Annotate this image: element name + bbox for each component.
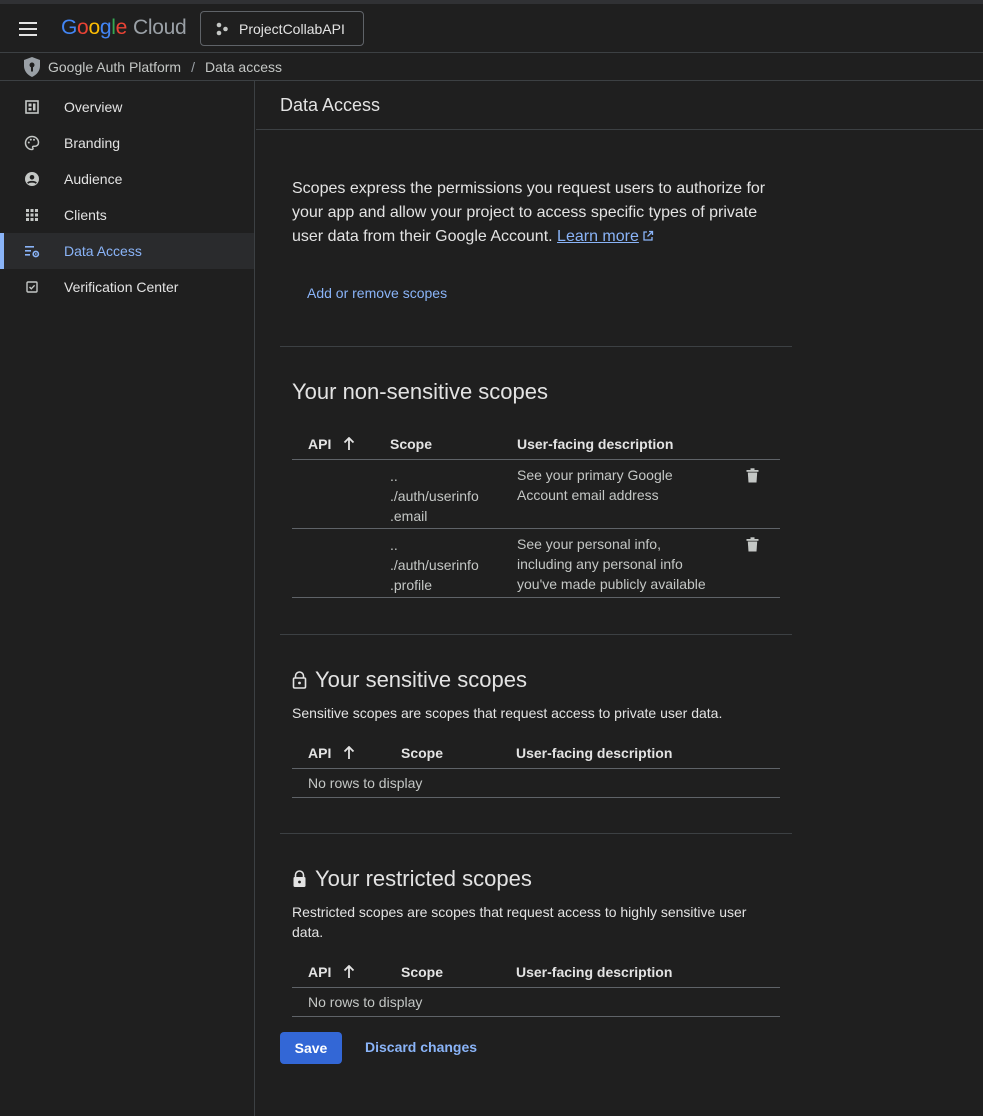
- non-sensitive-scopes-heading: Your non-sensitive scopes: [292, 379, 549, 404]
- menu-icon: [19, 22, 37, 24]
- table-row: .. ./auth/userinfo .email See your prima…: [292, 460, 780, 529]
- dashboard-icon: [25, 100, 39, 114]
- google-cloud-logo[interactable]: Google Cloud: [61, 14, 187, 42]
- scope-column-header: Scope: [401, 745, 444, 761]
- empty-table-row: No rows to display: [292, 769, 780, 798]
- sensitive-scopes-table: API Scope User-facing description No row…: [292, 737, 780, 798]
- delete-scope-button[interactable]: [746, 537, 759, 552]
- sidebar-item-clients[interactable]: Clients: [0, 197, 254, 233]
- project-icon: [216, 22, 228, 35]
- empty-table-row: No rows to display: [292, 988, 780, 1017]
- intro-text: Scopes express the permissions you reque…: [292, 180, 766, 245]
- save-button[interactable]: Save: [280, 1032, 342, 1064]
- table-header: API Scope User-facing description: [292, 428, 780, 460]
- breadcrumb-root-link[interactable]: Google Auth Platform: [48, 59, 181, 75]
- description-cell: See your personal info, including any pe…: [517, 536, 706, 592]
- sidebar-item-overview[interactable]: Overview: [0, 89, 254, 125]
- sensitive-scopes-heading: Your sensitive scopes: [292, 667, 527, 693]
- description-column-header: User-facing description: [516, 745, 673, 761]
- palette-icon: [24, 135, 40, 151]
- api-column-header[interactable]: API: [308, 964, 355, 980]
- scope-column-header: Scope: [390, 436, 433, 452]
- sidebar-item-audience[interactable]: Audience: [0, 161, 254, 197]
- description-column-header: User-facing description: [516, 964, 673, 980]
- lock-open-icon: [292, 671, 307, 689]
- restricted-scopes-table: API Scope User-facing description No row…: [292, 956, 780, 1017]
- top-bar: Google Cloud ProjectCollabAPI: [0, 0, 983, 53]
- sidebar: Overview Branding Audience Clients Data …: [0, 81, 255, 1116]
- api-column-header[interactable]: API: [308, 436, 355, 452]
- discard-changes-button[interactable]: Discard changes: [365, 1039, 477, 1055]
- section-divider: [280, 346, 792, 347]
- table-header: API Scope User-facing description: [292, 737, 780, 769]
- main-content: Data Access Scopes express the permissio…: [256, 81, 983, 1116]
- scope-cell: .. ./auth/userinfo .profile: [390, 537, 479, 593]
- page-title: Data Access: [280, 95, 381, 115]
- breadcrumb-separator: /: [191, 58, 195, 75]
- arrow-up-icon: [344, 745, 355, 759]
- scope-column-header: Scope: [401, 964, 444, 980]
- restricted-scopes-heading: Your restricted scopes: [292, 866, 532, 892]
- restricted-scopes-description: Restricted scopes are scopes that reques…: [292, 904, 747, 940]
- add-or-remove-scopes-button[interactable]: Add or remove scopes: [307, 285, 447, 301]
- external-link-icon: [643, 230, 654, 241]
- checkbox-icon: [26, 281, 38, 293]
- scope-cell: .. ./auth/userinfo .email: [390, 468, 479, 524]
- learn-more-link[interactable]: Learn more: [557, 228, 639, 245]
- sensitive-scopes-description: Sensitive scopes are scopes that request…: [292, 705, 723, 721]
- section-divider: [280, 833, 792, 834]
- non-sensitive-scopes-table: API Scope User-facing description .. ./a…: [292, 428, 780, 598]
- table-row: .. ./auth/userinfo .profile See your per…: [292, 529, 780, 598]
- breadcrumb-current: Data access: [204, 58, 283, 75]
- table-header: API Scope User-facing description: [292, 956, 780, 988]
- grid-icon: [26, 209, 38, 221]
- shield-icon: [24, 56, 40, 77]
- description-column-header: User-facing description: [517, 436, 674, 452]
- sidebar-item-data-access[interactable]: Data Access: [0, 233, 254, 269]
- delete-scope-button[interactable]: [746, 468, 759, 483]
- title-divider: [256, 129, 983, 130]
- menu-icon: [19, 28, 37, 30]
- project-name: ProjectCollabAPI: [239, 20, 345, 37]
- main-menu-button[interactable]: [14, 15, 42, 43]
- arrow-up-icon: [344, 964, 355, 978]
- data-settings-icon: [25, 246, 40, 258]
- project-picker-button[interactable]: ProjectCollabAPI: [200, 11, 364, 46]
- section-divider: [280, 634, 792, 635]
- lock-icon: [293, 870, 306, 887]
- breadcrumb: Google Auth Platform / Data access: [0, 53, 983, 81]
- arrow-up-icon: [344, 436, 355, 450]
- sidebar-item-branding[interactable]: Branding: [0, 125, 254, 161]
- description-cell: See your primary Google Account email ad…: [517, 467, 673, 503]
- api-column-header[interactable]: API: [308, 745, 355, 761]
- menu-icon: [19, 34, 37, 36]
- sidebar-item-verification-center[interactable]: Verification Center: [0, 269, 254, 305]
- person-icon: [25, 172, 39, 186]
